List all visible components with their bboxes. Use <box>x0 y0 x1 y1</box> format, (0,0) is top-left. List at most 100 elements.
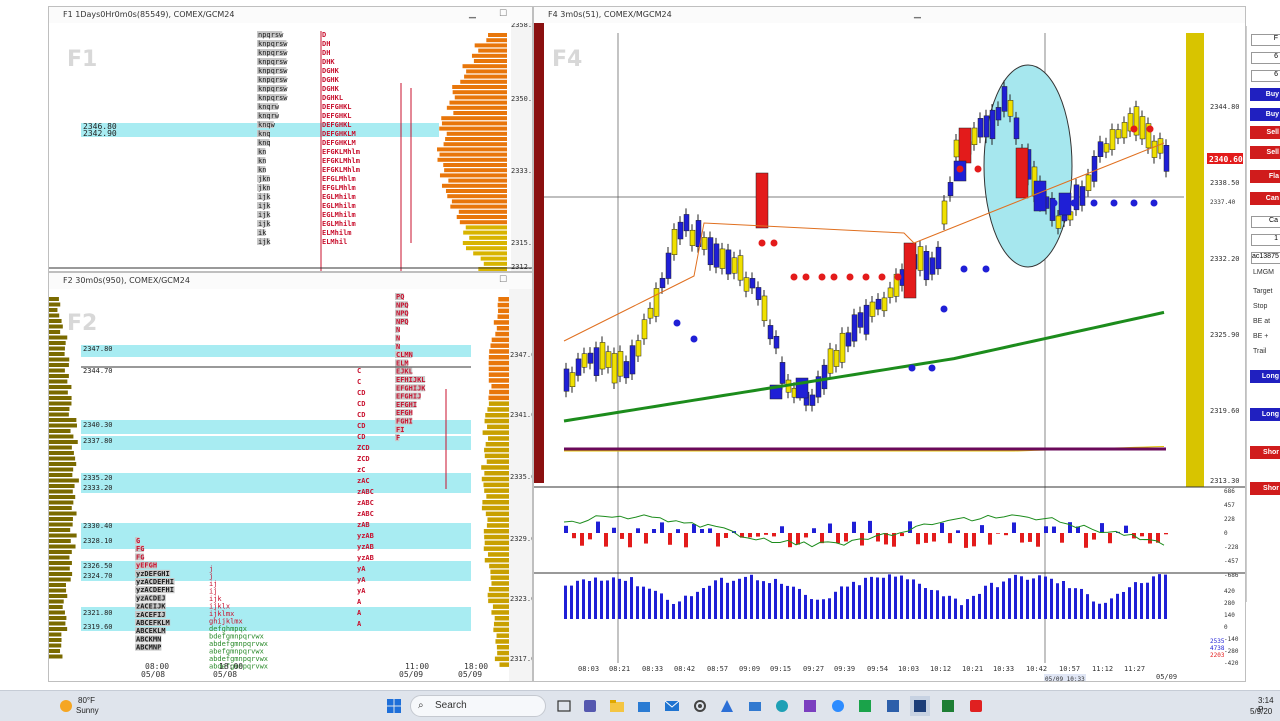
volume-profile-bar <box>441 183 507 188</box>
order-field[interactable]: Ca <box>1251 216 1280 228</box>
f1-tpo-chart[interactable]: 2346.802342.90npqrswknpqrswknpqrswknpqrs… <box>49 23 533 272</box>
oscillator-bar <box>772 533 776 537</box>
active-app-icon[interactable] <box>910 696 930 716</box>
order-button-sell[interactable]: Sell <box>1250 146 1280 159</box>
volume-profile-bar <box>462 241 507 245</box>
bracket-button-shor[interactable]: Shor <box>1250 482 1280 495</box>
left-volume-strip <box>534 23 544 483</box>
visual-studio-icon[interactable] <box>800 696 820 716</box>
file-explorer-icon[interactable] <box>607 696 627 716</box>
tpo-letters: C <box>357 367 361 375</box>
oscillator-bar <box>572 533 576 539</box>
tpo-letters: ijk <box>258 220 271 228</box>
volume-profile-bar <box>482 500 509 505</box>
volume-profile-bar <box>49 544 76 549</box>
order-button-can[interactable]: Can <box>1250 192 1280 205</box>
volume-profile-bar <box>483 482 509 488</box>
tpo-letters: zABC <box>357 488 374 496</box>
store-icon[interactable] <box>634 696 654 716</box>
volume-histogram-bar <box>1116 593 1119 619</box>
order-field[interactable]: 6 <box>1251 52 1280 64</box>
volume-profile-bar <box>49 654 63 659</box>
clock-date[interactable]: 5/9/20 <box>1250 707 1272 716</box>
tpo-letters: yzAB <box>357 532 374 540</box>
tpo-letters: ik <box>258 229 267 237</box>
volume-histogram-bar <box>1056 583 1059 619</box>
order-field[interactable]: ac13875 <box>1251 252 1280 264</box>
volume-histogram-bar <box>600 580 603 619</box>
minimize-icon[interactable]: ▁ <box>469 9 476 19</box>
volume-profile-bar <box>439 152 507 157</box>
tpo-letters: yEFGH <box>136 562 157 570</box>
volume-histogram-bar <box>726 582 729 619</box>
tpo-letters: NPQ <box>396 301 409 309</box>
settings-gear-icon[interactable] <box>690 696 710 716</box>
signal-dot-blue <box>673 319 681 327</box>
volume-profile-bar <box>489 349 509 354</box>
taskbar-search-input[interactable]: ⌕ Search <box>410 695 546 717</box>
oscillator-bar <box>956 530 960 533</box>
f2-tpo-chart[interactable]: 2347.80 2344.70 2340.30 2337.80 2335.20 2333.… <box>49 289 533 682</box>
order-button-sell[interactable]: Sell <box>1250 126 1280 139</box>
signal-dot-red <box>790 273 798 281</box>
order-button-buy[interactable]: Buy <box>1250 88 1280 101</box>
maximize-icon[interactable]: ☐ <box>499 9 507 19</box>
tpo-letters: C <box>357 378 361 386</box>
bracket-button-long[interactable]: Long <box>1250 370 1280 383</box>
signal-dot-red <box>862 273 870 281</box>
volume-profile-bar <box>49 632 62 637</box>
volume-profile-bar <box>498 308 509 314</box>
maximize-icon[interactable]: ☐ <box>499 275 507 285</box>
order-button-buy[interactable]: Buy <box>1250 108 1280 121</box>
edge-browser-icon[interactable] <box>772 696 792 716</box>
weather-temp[interactable]: 80°F <box>78 696 95 705</box>
trading-app-icon[interactable] <box>855 696 875 716</box>
volume-profile-bar <box>49 445 72 450</box>
chart-app-icon[interactable] <box>883 696 903 716</box>
price-label: 2358.0 <box>511 23 533 29</box>
mail-icon[interactable] <box>662 696 682 716</box>
order-field[interactable]: 6 <box>1251 70 1280 82</box>
bracket-button-long[interactable]: Long <box>1250 408 1280 421</box>
order-field[interactable]: F <box>1251 34 1280 46</box>
f4-chart-window[interactable]: F4 3m0s(51), COMEX/MGCM24 ▁ F4 2344.80 23… <box>533 6 1246 682</box>
tpo-letters: zACEIJK <box>136 603 166 611</box>
tpo-letters: EFGLMhlm <box>322 175 356 183</box>
weather-icon[interactable] <box>56 696 76 716</box>
volume-profile-bar <box>464 74 507 79</box>
order-entry-panel: F 6 6 Ca 1 ac13875 Buy Buy Sell Sell Fla Can LMGM Tar… <box>1246 26 1280 602</box>
oscillator-tick: -140 <box>1224 636 1239 643</box>
volume-histogram-bar <box>1026 579 1029 619</box>
volume-profile-bar <box>480 256 507 261</box>
bracket-button-shor[interactable]: Shor <box>1250 446 1280 459</box>
excel-icon[interactable] <box>938 696 958 716</box>
task-view-icon[interactable] <box>554 696 574 716</box>
candle-body <box>977 118 984 138</box>
candle-body <box>683 214 690 232</box>
recorder-icon[interactable] <box>966 696 986 716</box>
oscillator-bar <box>932 533 936 542</box>
screen-capture-icon[interactable] <box>745 696 765 716</box>
volume-profile-bar <box>485 442 509 447</box>
tpo-letters: EFHIJKL <box>396 376 426 384</box>
volume-profile-bar <box>49 451 74 455</box>
price-label: 2341.0 <box>510 411 533 419</box>
volume-histogram-bar <box>1080 588 1083 619</box>
app-icon[interactable] <box>717 696 737 716</box>
f1-chart-window[interactable]: F1 1Days0Hr0m0s(85549), COMEX/GCM24 ▁ ☐ … <box>48 6 533 272</box>
volume-histogram-bar <box>570 585 573 619</box>
teams-icon[interactable] <box>580 696 600 716</box>
volume-profile-bar <box>493 627 509 633</box>
f2-chart-window[interactable]: F2 30m0s(950), COMEX/GCM24 ☐ F2 2347.80 2… <box>48 272 533 682</box>
order-button-fla[interactable]: Fla <box>1250 170 1280 183</box>
minimize-icon[interactable]: ▁ <box>914 9 921 19</box>
volume-profile-bar <box>441 121 507 126</box>
zoom-icon[interactable] <box>828 696 848 716</box>
f4-price-chart[interactable]: 2344.80 2338.50 2332.20 2325.90 2319.60 2313.… <box>534 23 1246 682</box>
order-field[interactable]: 1 <box>1251 234 1280 246</box>
oscillator-bar <box>1020 533 1024 543</box>
windows-start-icon[interactable] <box>384 696 404 716</box>
oscillator-bar <box>900 533 904 537</box>
volume-histogram-bar <box>1020 576 1023 619</box>
candle-body <box>647 307 654 319</box>
